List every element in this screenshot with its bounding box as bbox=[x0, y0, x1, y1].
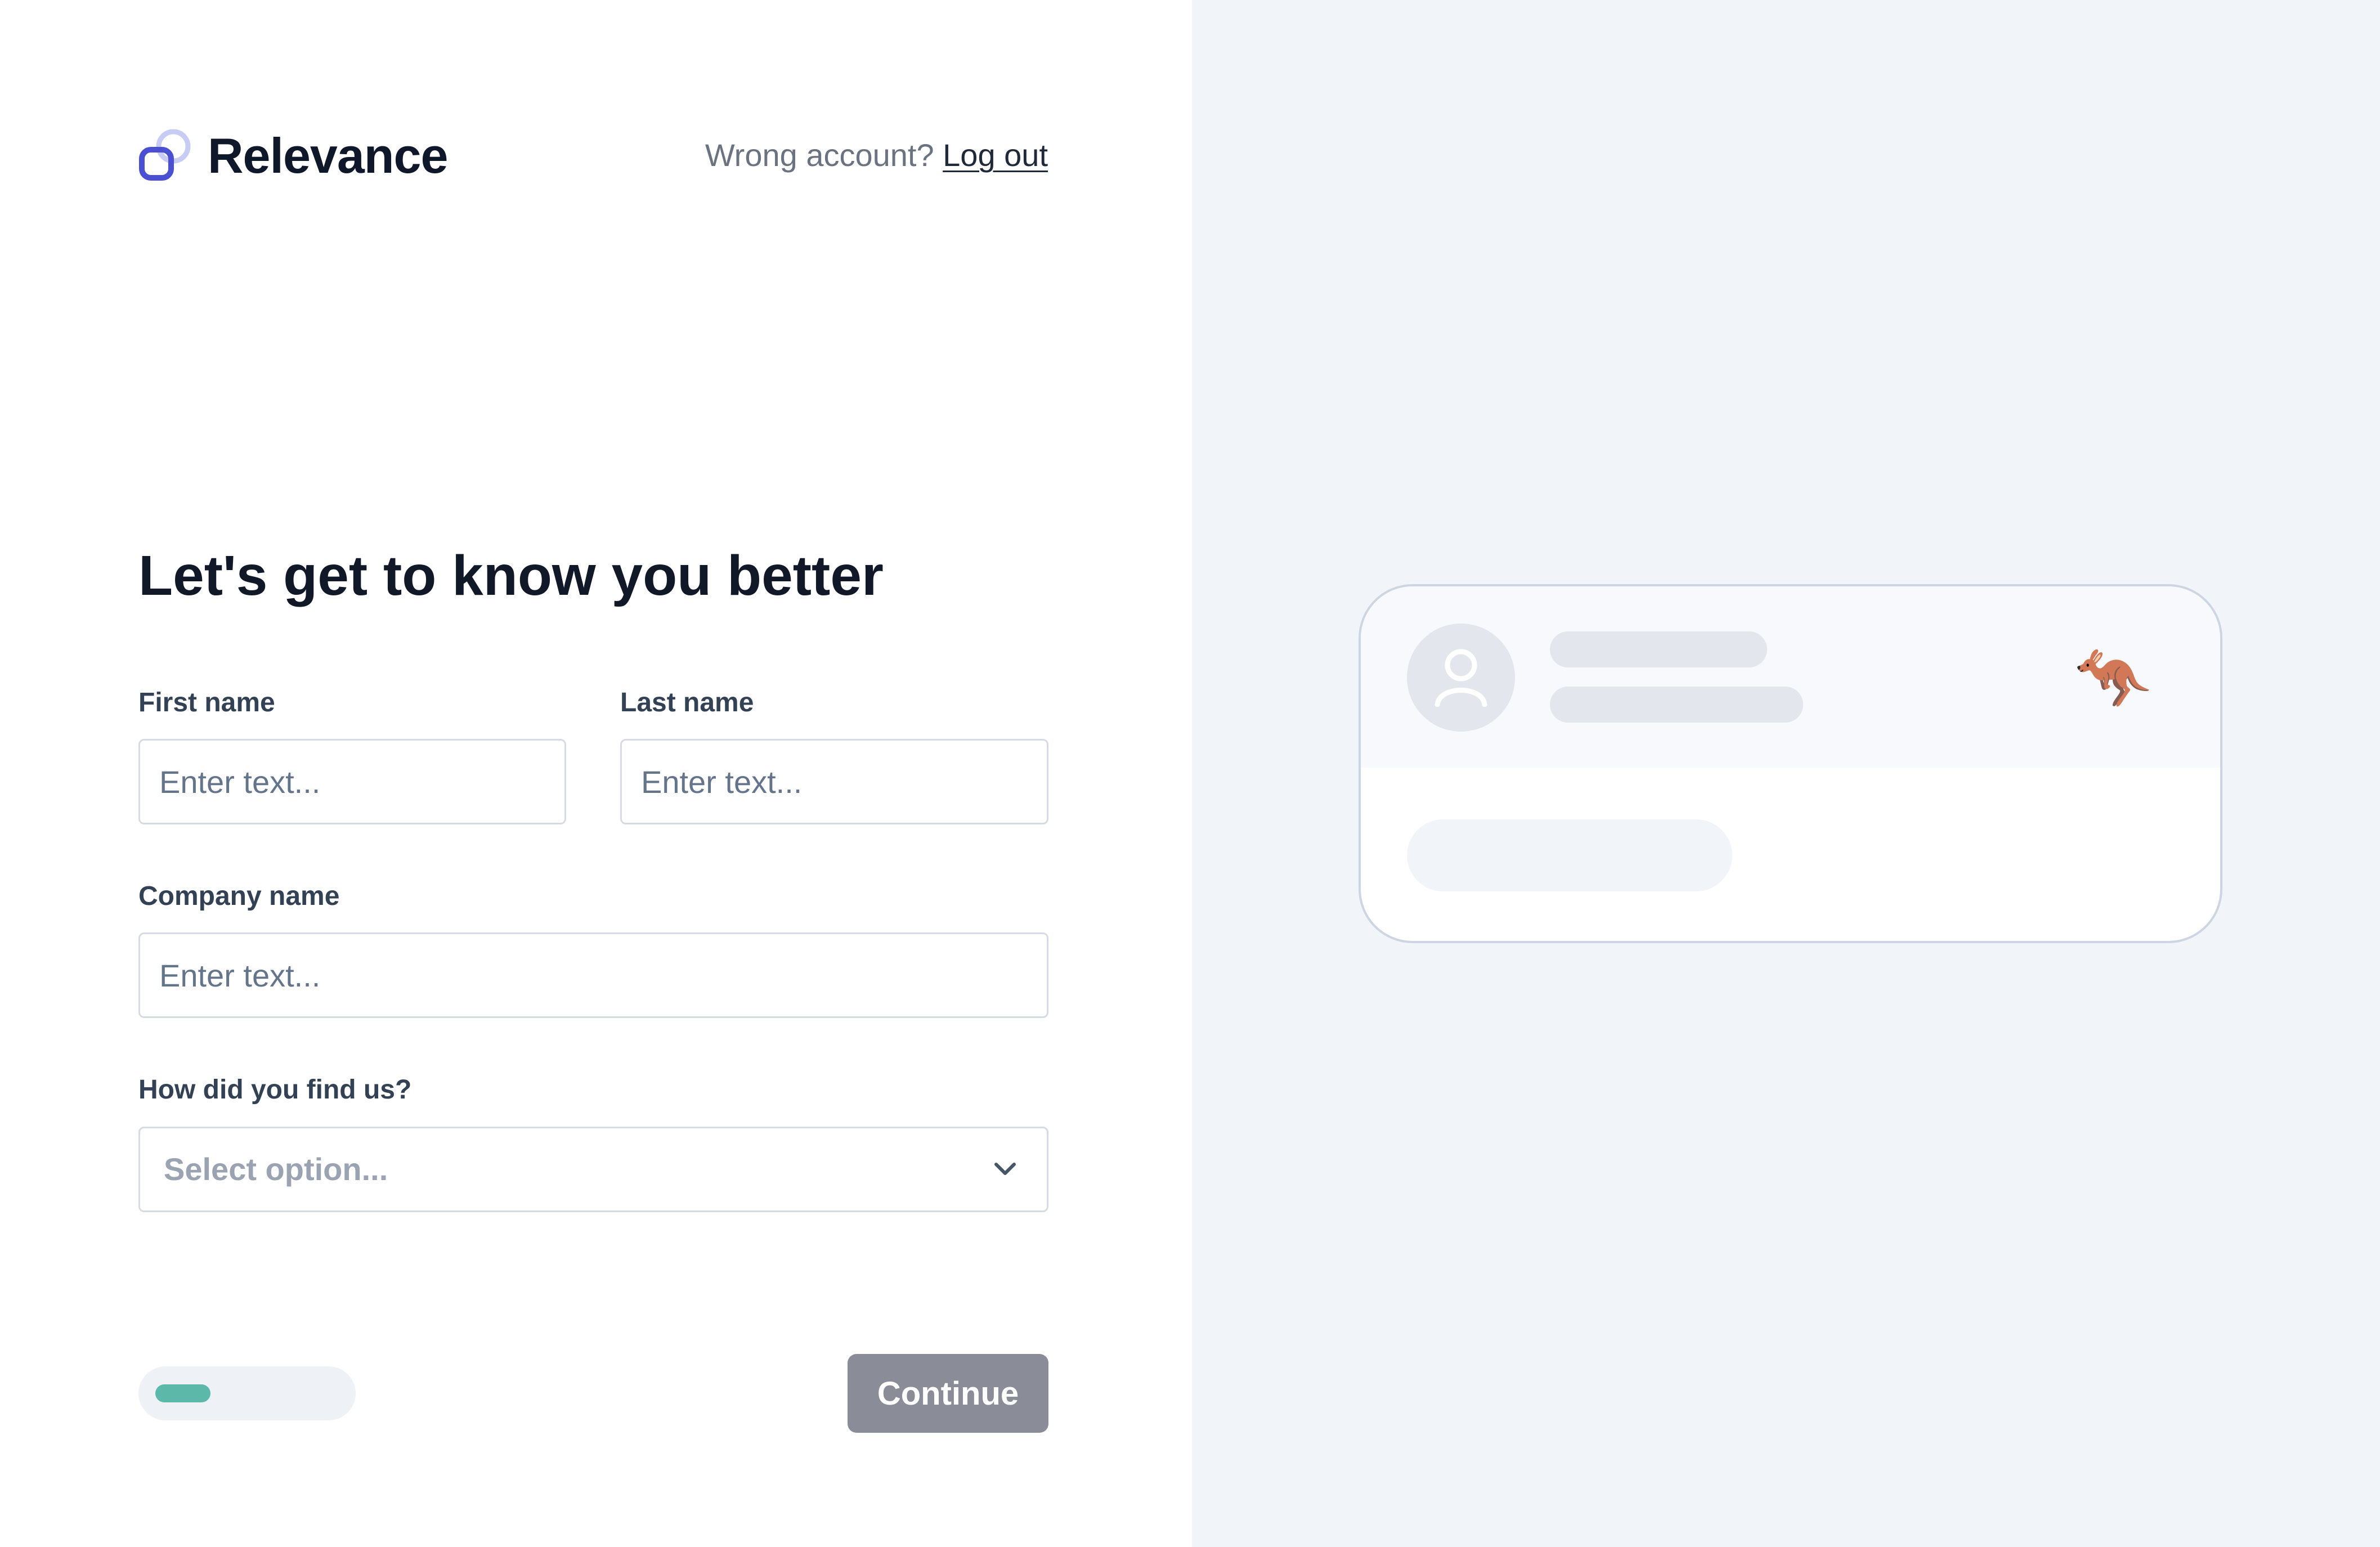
progress-fill bbox=[155, 1384, 210, 1402]
first-name-input[interactable] bbox=[138, 739, 566, 824]
logout-link[interactable]: Log out bbox=[943, 137, 1048, 173]
kangaroo-icon: 🦘 bbox=[2074, 644, 2152, 714]
account-prompt: Wrong account? bbox=[705, 137, 934, 173]
last-name-label: Last name bbox=[620, 688, 754, 718]
company-name-input[interactable] bbox=[138, 932, 1048, 1018]
continue-button[interactable]: Continue bbox=[848, 1354, 1048, 1433]
profile-preview-card: 🦘 bbox=[1359, 584, 2222, 943]
user-icon bbox=[1435, 649, 1487, 707]
brand-name: Relevance bbox=[208, 128, 448, 183]
referral-source-label: How did you find us? bbox=[138, 1075, 412, 1105]
first-name-label: First name bbox=[138, 688, 275, 718]
account-switcher: Wrong account? Log out bbox=[688, 133, 1048, 178]
referral-source-select[interactable]: Select option... bbox=[138, 1127, 1048, 1212]
select-placeholder: Select option... bbox=[164, 1151, 388, 1187]
relevance-logo-icon bbox=[139, 129, 191, 181]
company-name-label: Company name bbox=[138, 881, 340, 911]
skeleton-name-line bbox=[1550, 631, 1767, 667]
page-title: Let's get to know you better bbox=[138, 544, 884, 607]
skeleton-company-line bbox=[1550, 687, 1803, 723]
avatar bbox=[1407, 624, 1515, 732]
onboarding-progress bbox=[138, 1366, 356, 1420]
skeleton-source-pill bbox=[1407, 819, 1732, 891]
preview-card-header: 🦘 bbox=[1361, 586, 2220, 768]
last-name-input[interactable] bbox=[620, 739, 1048, 824]
onboarding-form-pane: Relevance Wrong account? Log out Let's g… bbox=[0, 0, 1192, 1547]
chevron-down-icon bbox=[994, 1163, 1016, 1175]
